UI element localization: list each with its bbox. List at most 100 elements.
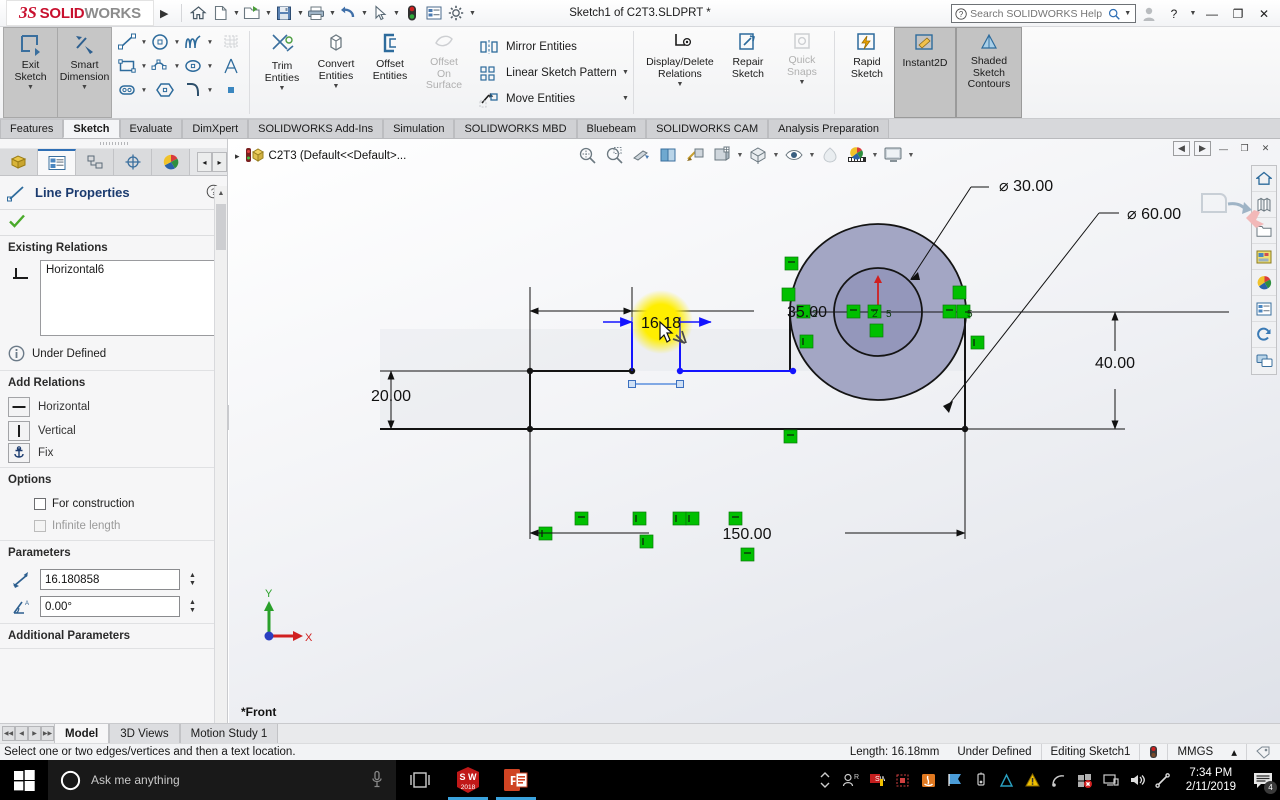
taskbar-clock[interactable]: 7:34 PM 2/11/2019 [1176, 766, 1246, 794]
polyline-arc-caret[interactable]: ▼ [173, 63, 181, 70]
tab-simulation[interactable]: Simulation [383, 119, 455, 138]
linear-sketch-pattern-button[interactable]: Linear Sketch Pattern ▼ [474, 60, 631, 86]
polyline-arc-tool[interactable]: ▼ [148, 54, 181, 78]
trim-entities-dropdown[interactable]: ▼ [279, 85, 286, 92]
exit-sketch-button[interactable]: Exit Sketch ▼ [4, 28, 57, 117]
move-entities-button[interactable]: Move Entities ▼ [474, 86, 631, 112]
mirror-entities-button[interactable]: Mirror Entities [474, 34, 631, 60]
scrollbar-thumb[interactable] [216, 204, 226, 250]
tab-sketch[interactable]: Sketch [63, 119, 120, 138]
convert-entities-button[interactable]: Convert Entities ▼ [309, 27, 363, 118]
add-relation-fix[interactable]: Fix [0, 443, 227, 467]
minimize-button[interactable]: — [1200, 3, 1224, 25]
add-relation-vertical[interactable]: Vertical [0, 419, 227, 443]
pen-icon[interactable] [1150, 760, 1176, 800]
tab-solidworks-add-ins[interactable]: SOLIDWORKS Add-Ins [248, 119, 384, 138]
feature-manager-tab[interactable] [0, 149, 38, 175]
flag-icon[interactable] [942, 760, 968, 800]
angle-input[interactable] [40, 596, 180, 617]
cortana-search-box[interactable]: Ask me anything [48, 760, 396, 800]
tab-nav-next[interactable]: ▶ [28, 726, 41, 741]
rebuild-indicator-icon[interactable] [1139, 743, 1167, 761]
network-display-icon[interactable] [1098, 760, 1124, 800]
additional-parameters-header[interactable]: Additional Parameters ^ [0, 624, 227, 648]
tab-solidworks-mbd[interactable]: SOLIDWORKS MBD [454, 119, 577, 138]
close-button[interactable]: ✕ [1252, 3, 1276, 25]
autodesk-icon[interactable] [994, 760, 1020, 800]
options-header[interactable]: Options ^ [0, 468, 227, 492]
tab-solidworks-cam[interactable]: SOLIDWORKS CAM [646, 119, 769, 138]
dimxpert-manager-tab[interactable] [114, 149, 152, 175]
microphone-icon[interactable] [370, 770, 384, 791]
length-stepper[interactable]: ▲ ▼ [186, 569, 199, 590]
tags-icon[interactable] [1246, 743, 1280, 761]
search-caret[interactable]: ▼ [1123, 10, 1132, 17]
spline-caret[interactable]: ▼ [206, 39, 214, 46]
display-delete-relations-dropdown[interactable]: ▼ [676, 81, 683, 88]
rectangle-tool[interactable]: ▼ [115, 54, 148, 78]
repair-sketch-button[interactable]: Repair Sketch [721, 27, 775, 118]
dimension-diameter-60-label[interactable]: ⌀ 60.00 [1127, 206, 1181, 223]
ellipse-tool[interactable]: ▼ [181, 54, 214, 78]
tab-features[interactable]: Features [0, 119, 64, 138]
text-tool[interactable] [214, 54, 247, 78]
for-construction-checkbox[interactable] [34, 498, 46, 510]
fillet-tool[interactable]: ▼ [181, 78, 214, 102]
dimension-40-label[interactable]: 40.00 [1095, 355, 1135, 372]
circle-caret[interactable]: ▼ [173, 39, 181, 46]
line-tool[interactable]: ▼ [115, 30, 148, 54]
smart-dimension-button[interactable]: Smart Dimension ▼ [58, 28, 111, 117]
user-account-icon[interactable] [1138, 3, 1160, 25]
spline-tool[interactable]: ▼ [181, 30, 214, 54]
ellipse-caret[interactable]: ▼ [206, 63, 214, 70]
panel-scrollbar[interactable]: ▲ ▼ [214, 186, 227, 800]
tab-nav-prev[interactable]: ◀ [15, 726, 28, 741]
exit-sketch-dropdown[interactable]: ▼ [27, 84, 34, 91]
ok-check-icon[interactable] [8, 213, 26, 232]
action-center-icon[interactable]: 4 [1246, 760, 1280, 800]
graphics-area[interactable]: ▸ C2T3 (Default<<Default>... ▼ ▼ ▼ ▼ ▼ ◀… [229, 139, 1280, 723]
volume-icon[interactable] [1124, 760, 1150, 800]
windows-start-icon[interactable] [0, 760, 48, 800]
help-caret[interactable]: ▼ [1188, 10, 1198, 17]
antivirus-icon[interactable]: SW [864, 760, 890, 800]
usb-icon[interactable] [968, 760, 994, 800]
add-relations-header[interactable]: Add Relations ^ [0, 371, 227, 395]
sketch-grid-tool[interactable] [214, 30, 247, 54]
existing-relations-list[interactable]: Horizontal6 [40, 260, 219, 336]
scroll-up-arrow[interactable]: ▲ [215, 186, 227, 200]
bottom-tab-motion-study[interactable]: Motion Study 1 [179, 724, 279, 743]
tab-nav-buttons[interactable]: ◀◀ ◀ ▶ ▶▶ [2, 726, 54, 741]
people-icon[interactable]: R [838, 760, 864, 800]
option-for-construction[interactable]: For construction [0, 492, 227, 516]
endpoint-handle[interactable] [628, 380, 636, 388]
tab-analysis-preparation[interactable]: Analysis Preparation [768, 119, 890, 138]
dimension-20-label[interactable]: 20.00 [371, 388, 411, 405]
satellite-icon[interactable] [1046, 760, 1072, 800]
angle-stepper[interactable]: ▲ ▼ [186, 596, 199, 617]
circle-tool[interactable]: ▼ [148, 30, 181, 54]
smart-dimension-dropdown[interactable]: ▼ [81, 84, 88, 91]
parameters-header[interactable]: Parameters ^ [0, 541, 227, 565]
property-manager-tab[interactable] [38, 149, 76, 175]
manager-tab-prev[interactable]: ◂ [197, 152, 212, 172]
slot-tool[interactable]: ▼ [115, 78, 148, 102]
windows-defender-icon[interactable] [1072, 760, 1098, 800]
endpoint-handle[interactable] [676, 380, 684, 388]
status-units[interactable]: MMGS [1167, 743, 1222, 761]
status-units-caret[interactable]: ▴ [1222, 744, 1246, 761]
point-tool[interactable] [214, 78, 247, 102]
tab-nav-first[interactable]: ◀◀ [2, 726, 15, 741]
display-delete-relations-button[interactable]: Display/Delete Relations ▼ [639, 27, 721, 118]
tray-expand-icon[interactable] [812, 760, 838, 800]
slot-caret[interactable]: ▼ [140, 87, 148, 94]
linear-sketch-pattern-caret[interactable]: ▼ [622, 69, 629, 76]
display-manager-tab[interactable] [152, 149, 190, 175]
line-caret[interactable]: ▼ [140, 39, 148, 46]
dimension-150-label[interactable]: 150.00 [723, 526, 772, 543]
tab-dimxpert[interactable]: DimXpert [182, 119, 249, 138]
powerpoint-taskbar-icon[interactable]: P [492, 760, 540, 800]
panel-drag-handle[interactable] [0, 139, 227, 148]
rectangle-caret[interactable]: ▼ [140, 63, 148, 70]
search-input[interactable] [970, 7, 1106, 20]
